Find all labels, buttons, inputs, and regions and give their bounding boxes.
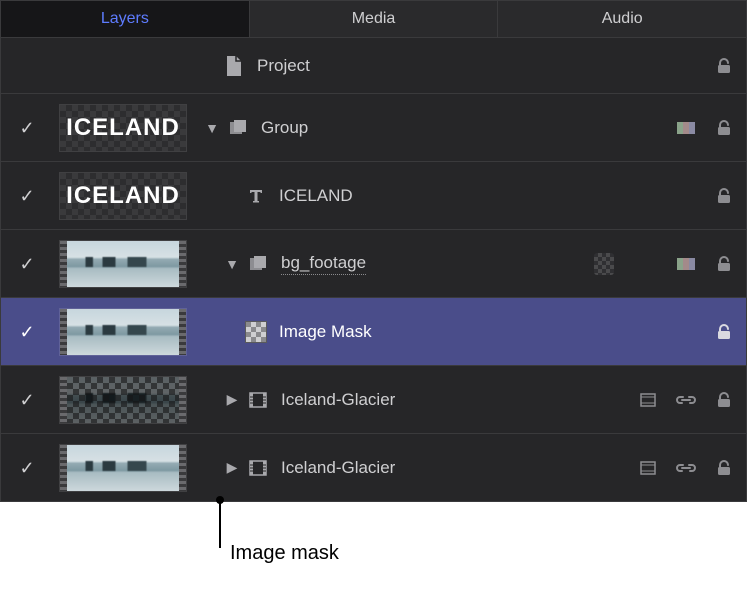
- filmstrip-icon[interactable]: [638, 458, 658, 478]
- video-clip-icon: [247, 389, 269, 411]
- lock-icon[interactable]: [714, 322, 734, 342]
- row-glacier-2[interactable]: ✓ ▶ Iceland-Glacier: [1, 433, 746, 501]
- row-label: Group: [261, 118, 308, 138]
- lock-icon[interactable]: [714, 458, 734, 478]
- row-project[interactable]: Project: [1, 37, 746, 93]
- link-icon[interactable]: [676, 390, 696, 410]
- thumb-text: ICELAND: [67, 105, 179, 151]
- row-bg-footage[interactable]: ✓ ▼ bg_footage: [1, 229, 746, 297]
- image-mask-icon: [245, 321, 267, 343]
- thumbnail[interactable]: ICELAND: [59, 104, 187, 152]
- callout-line: [219, 502, 221, 548]
- row-group[interactable]: ✓ ICELAND ▼ Group: [1, 93, 746, 161]
- row-image-mask[interactable]: ✓ Image Mask: [1, 297, 746, 365]
- tab-media[interactable]: Media: [250, 1, 499, 37]
- thumbnail[interactable]: ICELAND: [59, 172, 187, 220]
- lock-icon[interactable]: [714, 254, 734, 274]
- row-label: Project: [257, 56, 310, 76]
- visibility-checkbox[interactable]: ✓: [18, 323, 36, 341]
- visibility-checkbox[interactable]: ✓: [18, 119, 36, 137]
- blend-icon[interactable]: [676, 254, 696, 274]
- document-icon: [223, 55, 245, 77]
- tab-bar: Layers Media Audio: [1, 1, 746, 37]
- row-label: Image Mask: [279, 322, 372, 342]
- row-iceland-text[interactable]: ✓ ICELAND ICELAND: [1, 161, 746, 229]
- layer-rows: Project ✓ ICELAND ▼: [1, 37, 746, 501]
- callout-label: Image mask: [230, 542, 339, 565]
- thumbnail[interactable]: [59, 444, 187, 492]
- visibility-checkbox[interactable]: ✓: [18, 187, 36, 205]
- thumbnail[interactable]: [59, 240, 187, 288]
- visibility-checkbox[interactable]: ✓: [18, 255, 36, 273]
- filmstrip-icon[interactable]: [638, 390, 658, 410]
- row-label: Iceland-Glacier: [281, 390, 395, 410]
- lock-icon[interactable]: [714, 118, 734, 138]
- row-label: ICELAND: [279, 186, 353, 206]
- tab-audio[interactable]: Audio: [498, 1, 746, 37]
- lock-icon[interactable]: [714, 186, 734, 206]
- thumbnail[interactable]: [59, 376, 187, 424]
- disclosure-triangle[interactable]: ▼: [223, 256, 241, 272]
- thumb-text: ICELAND: [67, 173, 179, 219]
- disclosure-triangle[interactable]: ▶: [223, 459, 241, 476]
- disclosure-triangle[interactable]: ▶: [223, 391, 241, 408]
- layers-panel: Layers Media Audio Project ✓: [0, 0, 747, 502]
- link-icon[interactable]: [676, 458, 696, 478]
- blend-icon[interactable]: [676, 118, 696, 138]
- tab-layers[interactable]: Layers: [1, 1, 250, 37]
- visibility-checkbox[interactable]: ✓: [18, 391, 36, 409]
- video-clip-icon: [247, 457, 269, 479]
- disclosure-triangle[interactable]: ▼: [203, 120, 221, 136]
- row-label: bg_footage: [281, 253, 366, 275]
- group-icon: [247, 253, 269, 275]
- callout: Image mask: [0, 502, 747, 582]
- visibility-checkbox[interactable]: ✓: [18, 459, 36, 477]
- row-glacier-1[interactable]: ✓ ▶ Iceland-Glacier: [1, 365, 746, 433]
- group-icon: [227, 117, 249, 139]
- lock-icon[interactable]: [714, 56, 734, 76]
- lock-icon[interactable]: [714, 390, 734, 410]
- row-label: Iceland-Glacier: [281, 458, 395, 478]
- thumbnail[interactable]: [59, 308, 187, 356]
- mask-indicator-icon[interactable]: [594, 254, 614, 274]
- text-layer-icon: [245, 185, 267, 207]
